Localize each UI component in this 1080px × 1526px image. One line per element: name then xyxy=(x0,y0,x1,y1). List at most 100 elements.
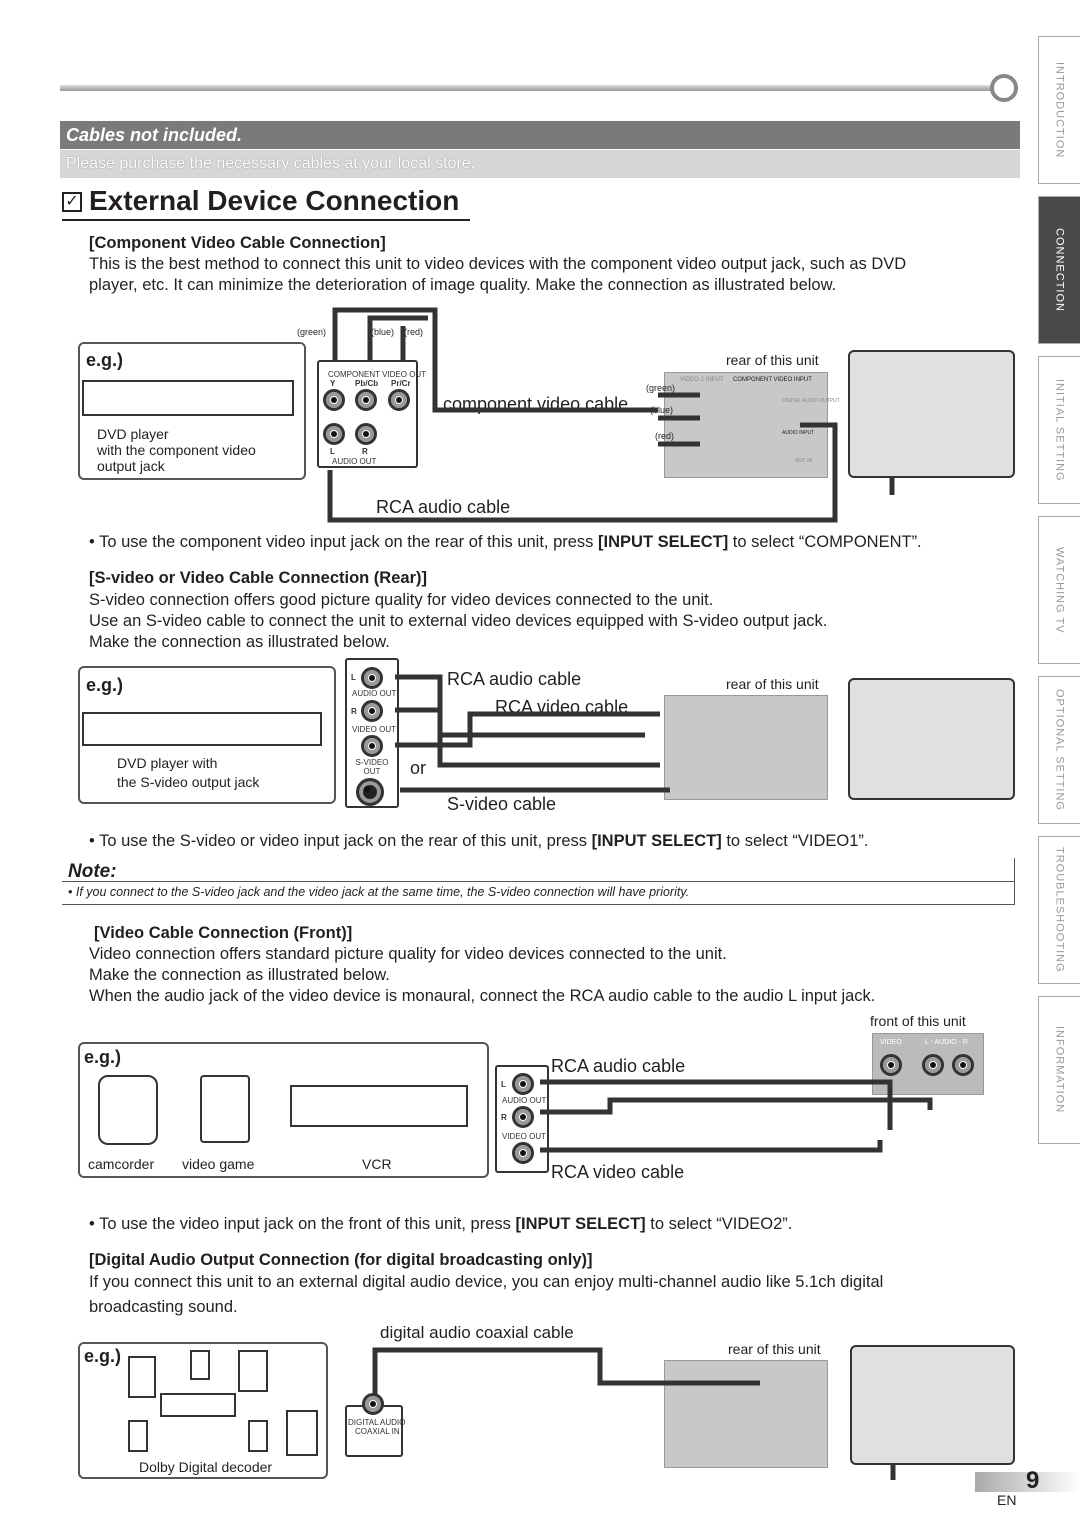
speaker-icon xyxy=(190,1350,210,1380)
jack-label: VIDEO OUT xyxy=(502,1132,547,1141)
section-heading: [Component Video Cable Connection] xyxy=(89,234,386,252)
speaker-icon xyxy=(238,1350,268,1392)
speaker-icon xyxy=(248,1420,268,1452)
coaxial-jack xyxy=(362,1393,384,1415)
device-label: camcorder xyxy=(88,1156,155,1172)
speaker-icon xyxy=(128,1420,148,1452)
speaker-icon xyxy=(128,1356,156,1398)
paragraph: player, etc. It can minimize the deterio… xyxy=(89,276,837,294)
key-name: [INPUT SELECT] xyxy=(515,1215,646,1233)
jack-label: AUDIO OUT xyxy=(352,689,397,698)
language-label: EN xyxy=(997,1492,1017,1508)
text: to select “VIDEO1”. xyxy=(721,832,869,850)
device-label: output jack xyxy=(97,458,165,474)
tab-label: INITIAL SETTING xyxy=(1053,378,1066,482)
device-label: with the component video xyxy=(97,442,256,458)
jack-r xyxy=(355,423,377,445)
cable-label: RCA video cable xyxy=(495,697,629,717)
front-panel-label: L - AUDIO - R xyxy=(925,1039,968,1046)
device-label: video game xyxy=(182,1156,255,1172)
section-heading: [S-video or Video Cable Connection (Rear… xyxy=(89,569,427,587)
tv-rear-image xyxy=(848,350,1015,478)
jack-pb xyxy=(355,389,377,411)
jack-label: Pb/Cb xyxy=(355,379,379,388)
jack-label: VIDEO OUT xyxy=(352,725,397,734)
text: • To use the component video input jack … xyxy=(89,533,599,551)
device-label: the S-video output jack xyxy=(117,774,260,790)
front-label: front of this unit xyxy=(870,1013,966,1029)
tab-label: INFORMATION xyxy=(1053,1026,1066,1114)
tab-introduction[interactable]: INTRODUCTION xyxy=(1038,36,1080,184)
front-audio-l-jack xyxy=(922,1054,944,1076)
tv-rear-image xyxy=(850,1345,1015,1465)
tab-label: INTRODUCTION xyxy=(1053,61,1066,159)
device-label: DVD player with xyxy=(117,755,218,771)
rear-panel-label: VIDEO-1 INPUT xyxy=(680,377,724,383)
jack-video xyxy=(361,735,383,757)
tab-initial-setting[interactable]: INITIAL SETTING xyxy=(1038,356,1080,504)
text: to select “COMPONENT”. xyxy=(728,533,922,551)
rear-panel-label: COMPONENT VIDEO INPUT xyxy=(733,377,812,383)
front-panel-label: VIDEO xyxy=(880,1039,902,1046)
text: to select “VIDEO2”. xyxy=(645,1215,793,1233)
page-title: External Device Connection xyxy=(89,185,460,216)
rear-panel xyxy=(664,1360,828,1468)
jack-label: R xyxy=(501,1113,507,1122)
rca-audio-cable xyxy=(395,674,660,768)
rear-panel-label: ANT. IN xyxy=(795,458,813,464)
tab-information[interactable]: INFORMATION xyxy=(1038,996,1080,1144)
svideo-jack xyxy=(356,778,384,806)
cable-label: RCA video cable xyxy=(551,1162,685,1182)
antenna-lead xyxy=(889,478,896,1480)
section-heading: [Digital Audio Output Connection (for di… xyxy=(89,1251,593,1269)
cable-label: RCA audio cable xyxy=(447,669,582,689)
rca-video-cable xyxy=(395,711,660,748)
color-label: (green) xyxy=(646,383,676,393)
paragraph: Use an S-video cable to connect the unit… xyxy=(89,612,828,630)
rear-label: rear of this unit xyxy=(726,352,819,368)
title-underline xyxy=(62,219,470,221)
eg-label: e.g.) xyxy=(86,350,124,370)
tab-optional-setting[interactable]: OPTIONAL SETTING xyxy=(1038,676,1080,824)
rear-panel xyxy=(664,695,828,800)
jack-video xyxy=(512,1142,534,1164)
instruction-bullet: • To use the video input jack on the fro… xyxy=(89,1215,792,1234)
text: • To use the S-video or video input jack… xyxy=(89,832,592,850)
rear-label: rear of this unit xyxy=(728,1341,821,1357)
tab-troubleshooting[interactable]: TROUBLESHOOTING xyxy=(1038,836,1080,984)
instruction-bullet: • To use the S-video or video input jack… xyxy=(89,832,868,851)
tv-rear-image xyxy=(848,678,1015,800)
paragraph: S-video connection offers good picture q… xyxy=(89,591,714,609)
jack-y xyxy=(323,389,345,411)
eg-label: e.g.) xyxy=(84,1047,122,1067)
paragraph: Make the connection as illustrated below… xyxy=(89,633,390,651)
jack-label: R xyxy=(362,447,368,456)
jack-r xyxy=(361,700,383,722)
jack-label: AUDIO OUT xyxy=(502,1096,547,1105)
jack-label: Pr/Cr xyxy=(391,379,411,388)
jack-label: AUDIO OUT xyxy=(332,457,377,466)
top-rule xyxy=(60,85,995,91)
device-label: DVD player xyxy=(97,426,169,442)
paragraph: broadcasting sound. xyxy=(89,1298,238,1316)
paragraph: When the audio jack of the video device … xyxy=(89,987,876,1005)
or-label: or xyxy=(410,758,427,778)
paragraph: Video connection offers standard picture… xyxy=(89,945,727,963)
cable-label: S-video cable xyxy=(447,794,557,814)
color-label: (red) xyxy=(404,327,424,337)
tab-connection[interactable]: CONNECTION xyxy=(1038,196,1080,344)
tab-watching-tv[interactable]: WATCHING TV xyxy=(1038,516,1080,664)
paragraph: Make the connection as illustrated below… xyxy=(89,966,390,984)
banner-title: Cables not included. xyxy=(66,125,243,145)
jack-l xyxy=(512,1073,534,1095)
jack-l xyxy=(323,423,345,445)
instruction-bullet: • To use the component video input jack … xyxy=(89,533,922,552)
subwoofer-icon xyxy=(286,1410,318,1456)
paragraph: If you connect this unit to an external … xyxy=(89,1273,884,1291)
dvd-player-icon xyxy=(82,380,294,416)
jack-label: DIGITAL AUDIO xyxy=(348,1418,406,1427)
note-text: • If you connect to the S-video jack and… xyxy=(68,885,690,899)
tab-label: TROUBLESHOOTING xyxy=(1053,847,1066,973)
checkbox-icon: ✓ xyxy=(62,192,82,212)
dvd-player-icon xyxy=(82,712,322,746)
